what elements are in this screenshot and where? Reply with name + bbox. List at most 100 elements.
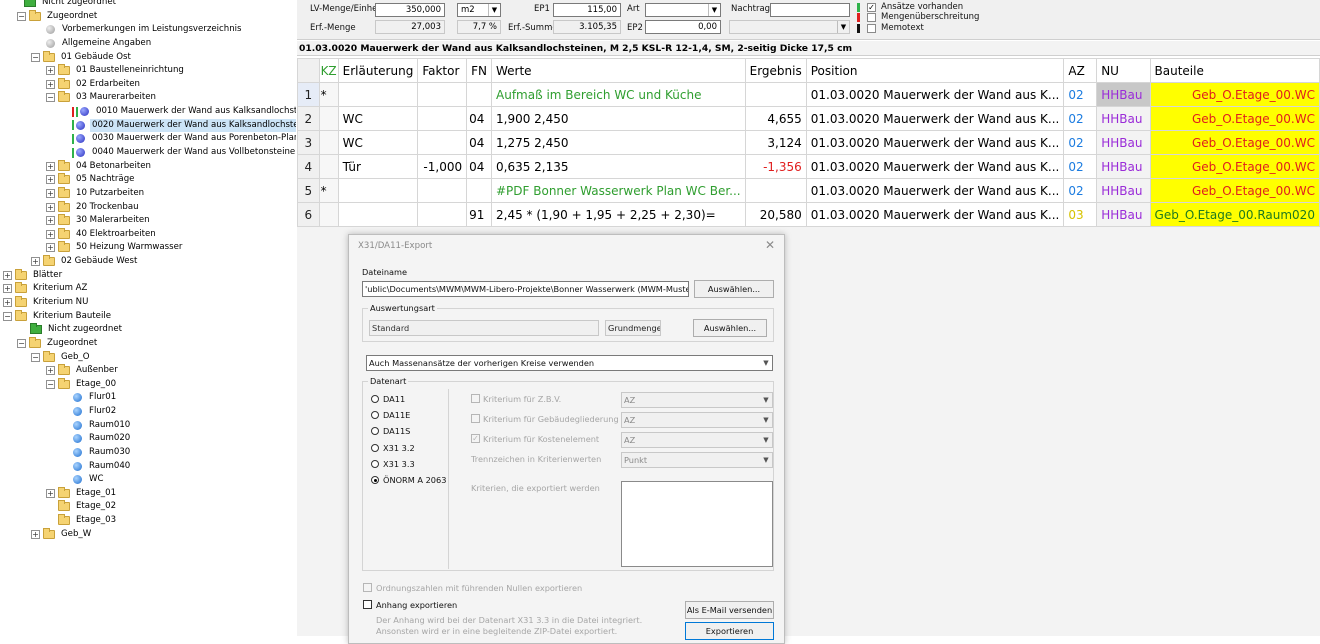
column-header[interactable]: AZ <box>1063 58 1098 83</box>
ergebnis-cell[interactable] <box>744 178 807 203</box>
tree-item[interactable]: − Geb_O <box>31 350 91 364</box>
bauteile-cell[interactable]: Geb_O.Etage_00.WC <box>1149 106 1320 131</box>
fn-cell[interactable]: 04 <box>466 130 492 155</box>
row-number-cell[interactable]: 6 <box>297 202 320 227</box>
tree-item[interactable]: Nicht zugeordnet <box>24 0 118 10</box>
tree-item[interactable]: Raum010 <box>73 418 132 432</box>
position-cell[interactable]: 01.03.0020 Mauerwerk der Wand aus K... <box>805 154 1065 179</box>
tree-item[interactable]: + Etage_01 <box>46 486 118 501</box>
trennzeichen-select[interactable]: Punkt ▼ <box>621 452 773 468</box>
kriterium-zbv-select[interactable]: AZ ▼ <box>621 392 773 408</box>
erlaeuterung-cell[interactable]: WC <box>337 106 419 131</box>
column-header[interactable]: Erläuterung <box>337 58 419 83</box>
collapse-icon[interactable]: − <box>3 311 12 321</box>
tree-item[interactable]: 0010 Mauerwerk der Wand aus Kalksandloch… <box>72 105 296 119</box>
close-icon[interactable]: ✕ <box>765 238 775 252</box>
tree-item[interactable]: Allgemeine Angaben <box>46 37 153 51</box>
tree-item[interactable]: +40 Elektroarbeiten <box>46 227 158 242</box>
kz-cell[interactable]: * <box>318 82 339 107</box>
kz-cell[interactable]: * <box>318 178 339 203</box>
collapse-icon[interactable]: − <box>31 52 40 62</box>
ep2-input[interactable]: 0,00 <box>645 20 721 34</box>
expand-icon[interactable]: + <box>46 216 55 226</box>
position-cell[interactable]: 01.03.0020 Mauerwerk der Wand aus K... <box>805 202 1065 227</box>
faktor-cell[interactable] <box>417 202 468 227</box>
column-header[interactable]: Ergebnis <box>744 58 807 83</box>
kriterien-export-list[interactable] <box>621 481 773 567</box>
tree-item[interactable]: WC <box>73 473 106 487</box>
email-button[interactable]: Als E-Mail versenden <box>685 601 774 619</box>
row-number-cell[interactable]: 1 <box>297 82 320 107</box>
exportieren-button[interactable]: Exportieren <box>685 622 774 640</box>
tree-item[interactable]: + Kriterium NU <box>3 295 90 310</box>
tree-item[interactable]: +02 Erdarbeiten <box>46 77 142 92</box>
column-header[interactable]: Werte <box>491 58 746 83</box>
kz-cell[interactable] <box>318 130 339 155</box>
kz-cell[interactable] <box>318 202 339 227</box>
column-header[interactable]: Faktor <box>417 58 468 83</box>
expand-icon[interactable]: + <box>31 529 40 539</box>
kriterium-gebaeude-select[interactable]: AZ ▼ <box>621 412 773 428</box>
expand-icon[interactable]: + <box>46 79 55 89</box>
expand-icon[interactable]: + <box>3 270 12 280</box>
tree-item[interactable]: + Kriterium AZ <box>3 282 89 296</box>
expand-icon[interactable]: + <box>46 243 55 253</box>
werte-cell[interactable]: Aufmaß im Bereich WC und Küche <box>491 82 746 107</box>
tree-item[interactable]: + Außenber <box>46 364 120 378</box>
tree-item[interactable]: − Kriterium Bauteile <box>3 309 113 323</box>
row-number-cell[interactable]: 5 <box>297 178 320 203</box>
tree-item[interactable]: − Zugeordnet <box>17 9 99 24</box>
position-cell[interactable]: 01.03.0020 Mauerwerk der Wand aus K... <box>805 178 1065 203</box>
ergebnis-cell[interactable]: 3,124 <box>744 130 807 155</box>
unit-select[interactable]: m2 ▼ <box>457 3 501 17</box>
nachtrag-input[interactable] <box>770 3 850 17</box>
nu-cell[interactable]: HHBau <box>1096 130 1151 155</box>
column-header[interactable]: FN <box>466 58 492 83</box>
az-cell[interactable]: 02 <box>1063 130 1098 155</box>
tree-item[interactable]: Raum030 <box>73 446 132 460</box>
column-header[interactable]: NU <box>1096 58 1151 83</box>
tree-item[interactable]: − 03 Maurerarbeiten <box>46 91 158 105</box>
bauteile-cell[interactable]: Geb_O.Etage_00.Raum020 <box>1149 202 1320 227</box>
datenart-radio[interactable] <box>371 476 379 484</box>
tree-item[interactable]: 0040 Mauerwerk der Wand aus Vollbetonste… <box>72 146 296 160</box>
row-number-cell[interactable]: 4 <box>297 154 320 179</box>
row-number-cell[interactable]: 2 <box>297 106 320 131</box>
expand-icon[interactable]: + <box>46 188 55 198</box>
tree-item[interactable]: Raum040 <box>73 459 132 473</box>
datenart-radio[interactable] <box>371 443 379 452</box>
table-row[interactable]: 6 91 2,45 * (1,90 + 1,95 + 2,25 + 2,30)= 20… <box>297 202 1320 227</box>
kriterium-gebaeude-checkbox[interactable] <box>471 414 480 423</box>
aufmass-table[interactable]: KZ Erläuterung Faktor FN Werte Ergebnis Positi… <box>297 58 1320 227</box>
table-row[interactable]: 3 WC 04 1,275 2,450 3,124 01.03.0020 Mauerwer… <box>297 130 1320 155</box>
erlaeuterung-cell[interactable] <box>337 82 419 107</box>
werte-cell[interactable]: 1,275 2,450 <box>491 130 746 155</box>
kriterium-zbv-checkbox[interactable] <box>471 394 480 403</box>
bauteile-cell[interactable]: Geb_O.Etage_00.WC <box>1149 82 1320 107</box>
tree-item[interactable]: Vorbemerkungen im Leistungsverzeichnis <box>46 23 244 37</box>
row-number-cell[interactable]: 3 <box>297 130 320 155</box>
collapse-icon[interactable]: − <box>17 11 26 21</box>
position-cell[interactable]: 01.03.0020 Mauerwerk der Wand aus K... <box>805 82 1065 107</box>
kriterium-kosten-checkbox[interactable]: ✓ <box>471 434 480 443</box>
tree-item[interactable]: +05 Nachträge <box>46 173 136 187</box>
tree-item[interactable]: +01 Baustelleneinrichtung <box>46 64 186 78</box>
tree-item[interactable]: + Geb_W <box>31 527 93 542</box>
expand-icon[interactable]: + <box>3 284 12 294</box>
expand-icon[interactable]: + <box>46 202 55 212</box>
werte-cell[interactable]: 2,45 * (1,90 + 1,95 + 2,25 + 2,30)= <box>491 202 746 227</box>
datenart-radio[interactable] <box>371 459 379 468</box>
az-cell[interactable]: 03 <box>1063 202 1098 227</box>
bauteile-cell[interactable]: Geb_O.Etage_00.WC <box>1149 130 1320 155</box>
expand-icon[interactable]: + <box>46 366 55 376</box>
ergebnis-cell[interactable]: 4,655 <box>744 106 807 131</box>
erlaeuterung-cell[interactable] <box>337 178 419 203</box>
tree-item[interactable]: +10 Putzarbeiten <box>46 186 146 201</box>
tree-item[interactable]: 0030 Mauerwerk der Wand aus Porenbeton-P… <box>72 132 296 146</box>
nu-cell[interactable]: HHBau <box>1096 202 1151 227</box>
collapse-icon[interactable]: − <box>46 93 55 103</box>
collapse-icon[interactable]: − <box>17 338 26 348</box>
tree-item[interactable]: +02 Gebäude West <box>31 255 139 269</box>
faktor-cell[interactable] <box>417 178 468 203</box>
tree-item[interactable]: + Blätter <box>3 268 64 283</box>
